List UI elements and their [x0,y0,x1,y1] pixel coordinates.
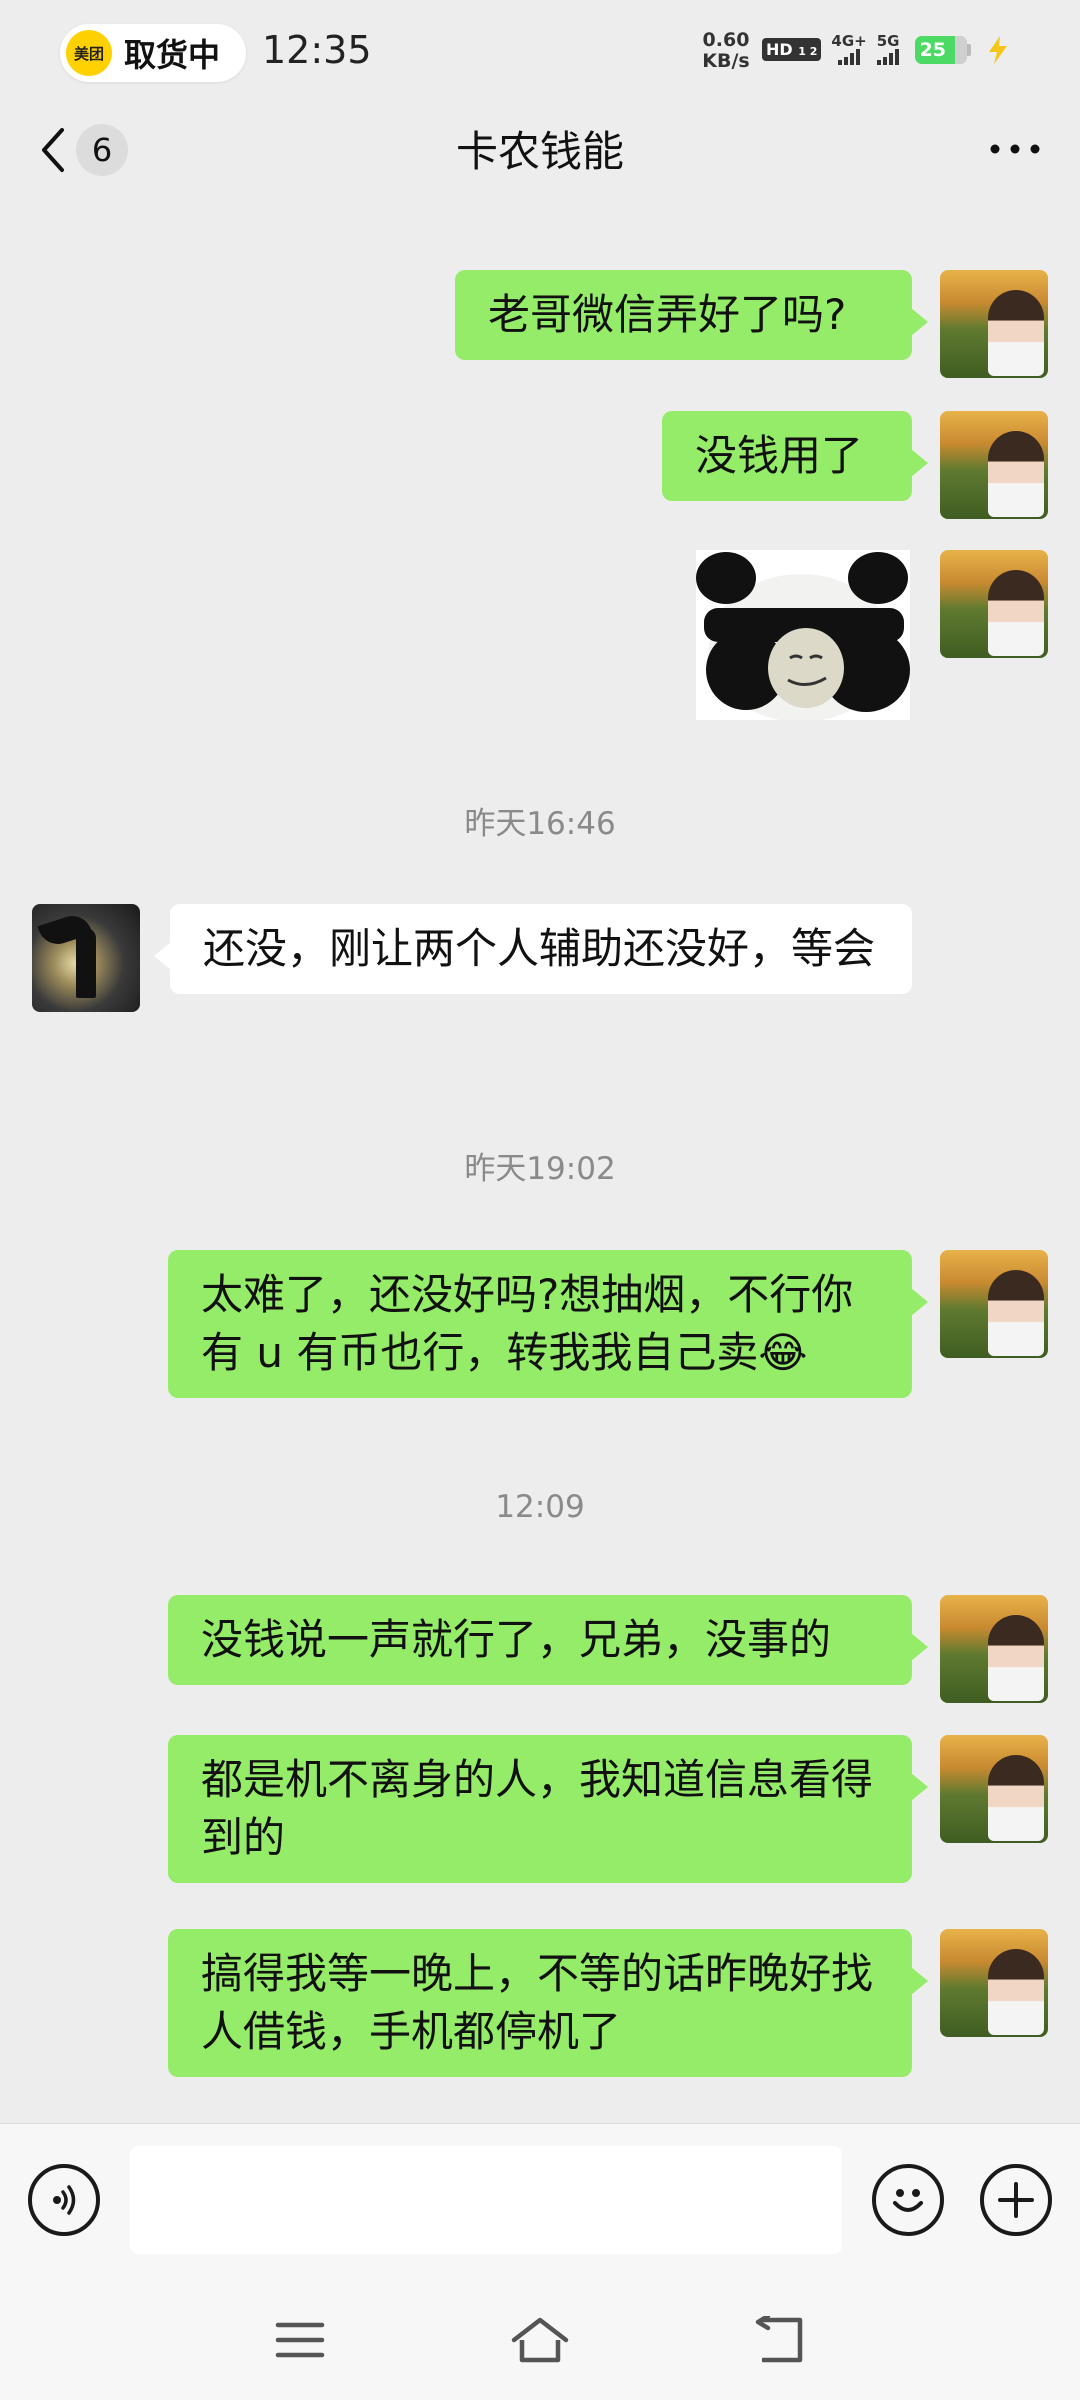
more-button[interactable] [980,124,1050,174]
panda-face-sticker[interactable] [696,550,910,720]
message-bubble-sent[interactable]: 都是机不离身的人，我知道信息看得到的 [168,1735,928,1883]
signal-icon: 4G+ [831,32,867,65]
emoji-button[interactable] [872,2164,944,2236]
message-bubble-received[interactable]: 还没，刚让两个人辅助还没好，等会 [154,904,912,994]
chat-header: 6 卡农钱能 [0,100,1080,215]
pickup-status-text: 取货中 [124,36,221,74]
message-input[interactable] [130,2146,842,2254]
home-button[interactable] [510,2315,570,2365]
network-type-5g: 5G [876,32,900,50]
network-speed-unit: KB/s [702,50,750,72]
timestamp: 昨天19:02 [464,1151,616,1187]
voice-icon [53,2185,76,2215]
network-type-4g: 4G+ [831,32,867,50]
timestamp: 12:09 [495,1489,585,1525]
my-avatar[interactable] [940,1735,1048,1843]
back-icon [755,2316,803,2363]
plus-icon [998,2182,1034,2218]
my-avatar[interactable] [940,550,1048,658]
network-speed-value: 0.60 [702,29,750,51]
my-avatar[interactable] [940,1250,1048,1358]
my-avatar[interactable] [940,411,1048,519]
more-functions-button[interactable] [980,2164,1052,2236]
message-bubble-sent[interactable]: 太难了，还没好吗?想抽烟，不行你有 u 有币也行，转我我自己卖😂 [168,1250,928,1398]
back-button[interactable]: 6 [38,120,148,180]
battery-level: 25 [919,38,946,61]
status-bar: 美团 取货中 12:35 0.60 KB/s HD 1 2 4G+ 5G 25 [0,0,1080,100]
battery-icon: 25 [915,35,972,64]
back-arrow-icon [42,128,64,172]
panda-sticker-image [696,550,910,720]
meituan-pickup-pill[interactable]: 美团 取货中 [60,24,246,82]
message-bubble-sent[interactable]: 没钱说一声就行了，兄弟，没事的 [168,1595,928,1685]
more-icon [990,144,1040,154]
message-bubble-sent[interactable]: 老哥微信弄好了吗? [455,270,928,360]
voice-button[interactable] [28,2164,100,2236]
chat-title: 卡农钱能 [455,127,624,176]
home-icon [511,2317,569,2363]
charging-icon [989,35,1008,64]
my-avatar[interactable] [940,1595,1048,1703]
menu-icon [275,2322,325,2358]
message-bubble-sent[interactable]: 搞得我等一晚上，不等的话昨晚好找人借钱，手机都停机了 [168,1929,928,2077]
hd-sim-label: 1 2 [798,45,818,58]
message-bubble-sent[interactable]: 没钱用了 [662,411,928,501]
status-icons: HD 1 2 4G+ 5G 25 [762,34,1011,65]
emoji-icon [893,2189,923,2212]
unread-count-badge: 6 [76,124,128,176]
meituan-logo-icon: 美团 [66,30,112,76]
clock: 12:35 [262,28,372,72]
signal-icon: 5G [876,32,900,65]
contact-avatar[interactable] [32,904,140,1012]
system-navigation-bar [0,2277,1080,2400]
network-speed: 0.60 KB/s [698,30,754,72]
my-avatar[interactable] [940,1929,1048,2037]
hd-icon: HD 1 2 [762,38,822,61]
my-avatar[interactable] [940,270,1048,378]
hd-label: HD [766,40,793,59]
input-bar [0,2123,1080,2277]
timestamp: 昨天16:46 [464,806,616,842]
menu-button[interactable] [270,2315,330,2365]
system-back-button[interactable] [750,2315,810,2365]
